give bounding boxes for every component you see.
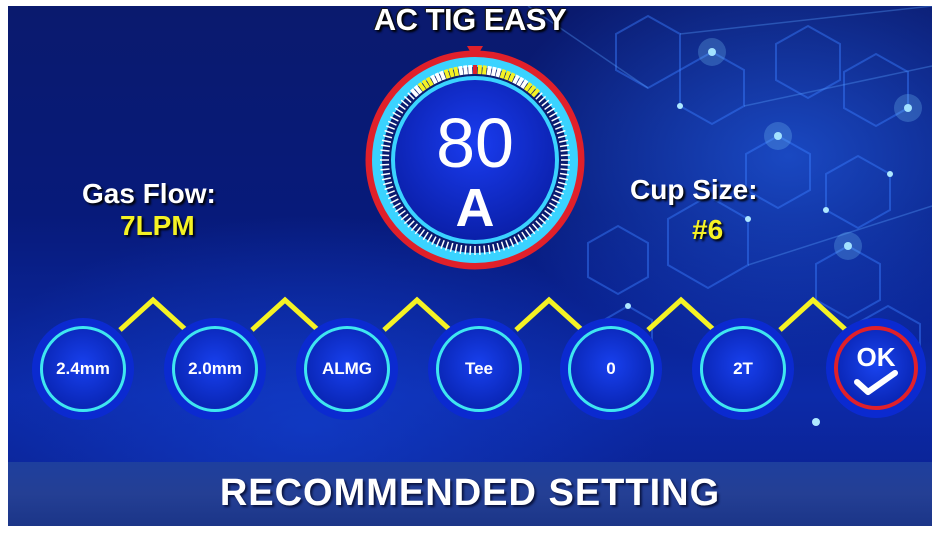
option-connector-lines [118,296,848,332]
footer-title: RECOMMENDED SETTING [219,472,721,514]
trigger-mode-label: 2T [733,359,753,378]
trigger-mode-button[interactable]: 2T [692,318,794,420]
material-thickness-label: 2.0mm [188,359,242,378]
ok-button[interactable]: OK [826,318,926,418]
electrode-diameter-label: 2.4mm [56,359,110,378]
material-thickness-button[interactable]: 2.0mm [164,318,266,420]
checkmark-icon [854,370,898,395]
electrode-diameter-button[interactable]: 2.4mm [32,318,134,420]
position-button[interactable]: 0 [560,318,662,420]
material-type-label: ALMG [321,359,373,378]
material-type-button[interactable]: ALMG [296,318,398,420]
ok-label: OK [856,342,896,372]
position-label: 0 [606,359,616,378]
footer-bar: RECOMMENDED SETTING [8,462,932,526]
joint-type-button[interactable]: Tee [428,318,530,420]
joint-type-label: Tee [464,359,494,378]
